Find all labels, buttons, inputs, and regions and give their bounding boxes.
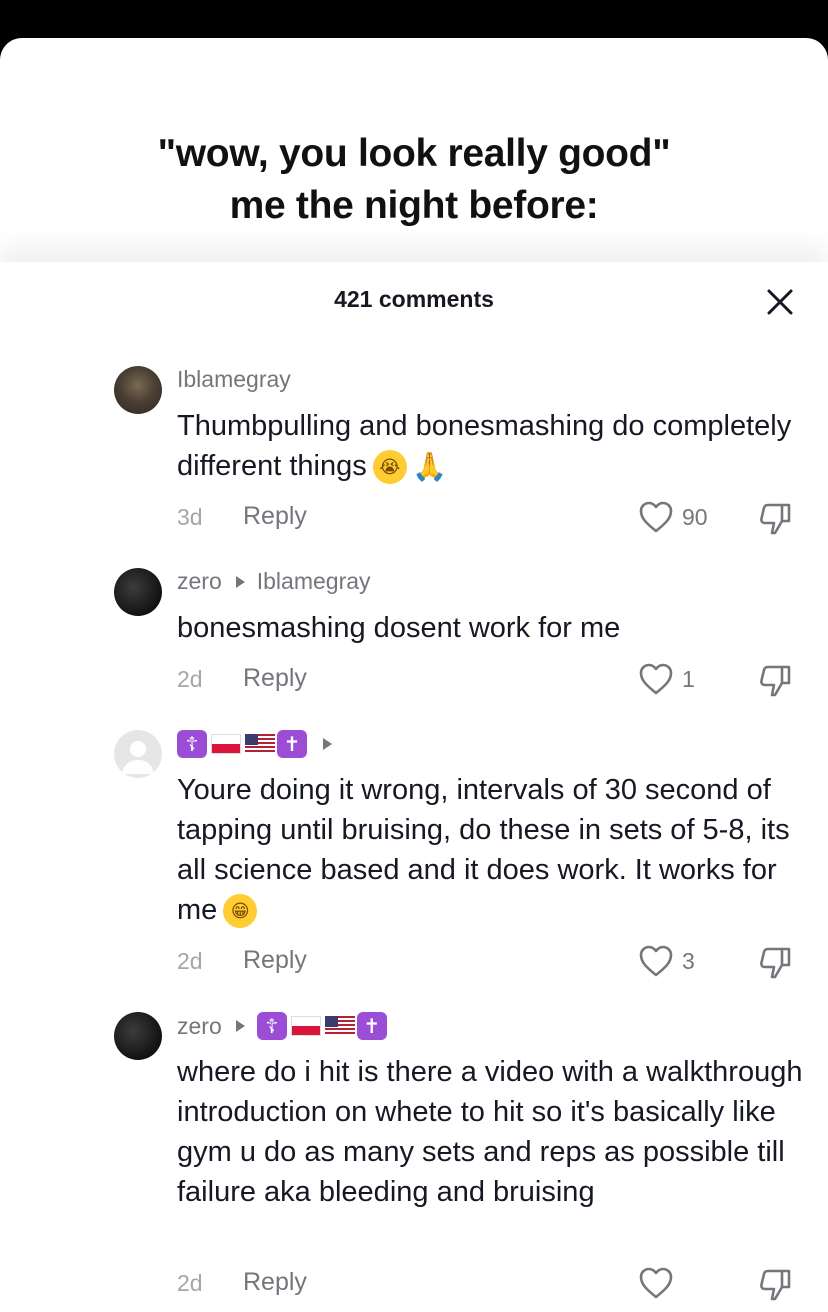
like-count: 90 xyxy=(682,504,708,530)
comments-count-title: 421 comments xyxy=(334,286,494,312)
comment-author-row: Iblamegray xyxy=(177,366,291,393)
reply-arrow-icon xyxy=(235,575,245,588)
comment-text: Thumbpulling and bonesmashing do complet… xyxy=(177,406,817,486)
comment-meta-row: 3d Reply 90 xyxy=(0,498,828,538)
close-icon[interactable] xyxy=(764,286,796,318)
like-count: 3 xyxy=(682,948,695,974)
comment-time: 2d xyxy=(177,948,203,974)
comment-meta-row: 2d Reply 1 xyxy=(0,660,828,700)
comment-author[interactable]: zero xyxy=(177,568,222,595)
flag-usa-icon xyxy=(324,1016,355,1036)
heart-outline-icon[interactable] xyxy=(638,944,674,978)
caption-line-1: "wow, you look really good" xyxy=(157,132,671,175)
avatar[interactable] xyxy=(114,366,162,414)
heart-outline-icon[interactable] xyxy=(638,500,674,534)
comment-text: Youre doing it wrong, intervals of 30 se… xyxy=(177,770,817,930)
comment-author-row: zero Iblamegray xyxy=(177,568,371,595)
avatar[interactable] xyxy=(114,568,162,616)
comment-time: 2d xyxy=(177,666,203,692)
thumbs-down-icon[interactable] xyxy=(758,944,794,980)
like-count: 1 xyxy=(682,666,695,692)
heart-outline-icon[interactable] xyxy=(638,662,674,696)
grinning-face-icon: 😁 xyxy=(223,894,258,929)
flag-usa-icon xyxy=(245,734,275,754)
video-caption: "wow, you look really good" me the night… xyxy=(0,128,828,232)
avatar[interactable] xyxy=(114,1012,162,1060)
latin-cross-icon: ✝ xyxy=(356,1012,387,1040)
thumbs-down-icon[interactable] xyxy=(758,500,794,536)
orthodox-cross-icon: ☦ xyxy=(177,730,207,758)
comment-text: bonesmashing dosent work for me xyxy=(177,612,621,644)
heart-outline-icon[interactable] xyxy=(638,1266,674,1300)
comment-author[interactable]: Iblamegray xyxy=(177,366,291,393)
reply-button[interactable]: Reply xyxy=(243,1268,307,1297)
caption-line-2: me the night before: xyxy=(229,184,599,227)
comment-meta-row: 2d Reply xyxy=(0,1264,828,1304)
orthodox-cross-icon: ☦ xyxy=(256,1012,287,1040)
comment-author[interactable]: zero xyxy=(177,1013,222,1040)
thumbs-down-icon[interactable] xyxy=(758,662,794,698)
folded-hands-icon: 🙏 xyxy=(412,451,448,483)
default-avatar-icon xyxy=(122,741,154,774)
comment-text-content: Thumbpulling and bonesmashing do complet… xyxy=(177,410,792,482)
loudly-crying-face-icon: 😭 xyxy=(372,450,407,485)
thumbs-down-icon[interactable] xyxy=(758,1266,794,1302)
latin-cross-icon: ✝ xyxy=(277,730,307,758)
comment-author-row: zero ☦ ✝ xyxy=(177,1012,389,1040)
avatar[interactable] xyxy=(114,730,162,778)
comment-time: 2d xyxy=(177,1270,203,1296)
comment-author-row[interactable]: ☦ ✝ xyxy=(177,730,344,758)
flag-poland-icon xyxy=(211,734,241,754)
reply-arrow-icon xyxy=(323,738,332,750)
reply-to-author[interactable]: Iblamegray xyxy=(257,568,371,595)
reply-button[interactable]: Reply xyxy=(243,946,307,975)
reply-arrow-icon xyxy=(235,1020,245,1032)
reply-button[interactable]: Reply xyxy=(243,664,307,693)
reply-button[interactable]: Reply xyxy=(243,502,307,531)
comment-text: where do i hit is there a video with a w… xyxy=(177,1056,803,1208)
flag-poland-icon xyxy=(290,1016,321,1036)
comment-time: 3d xyxy=(177,504,203,530)
comment-meta-row: 2d Reply 3 xyxy=(0,942,828,982)
comment-text-content: Youre doing it wrong, intervals of 30 se… xyxy=(177,774,790,926)
